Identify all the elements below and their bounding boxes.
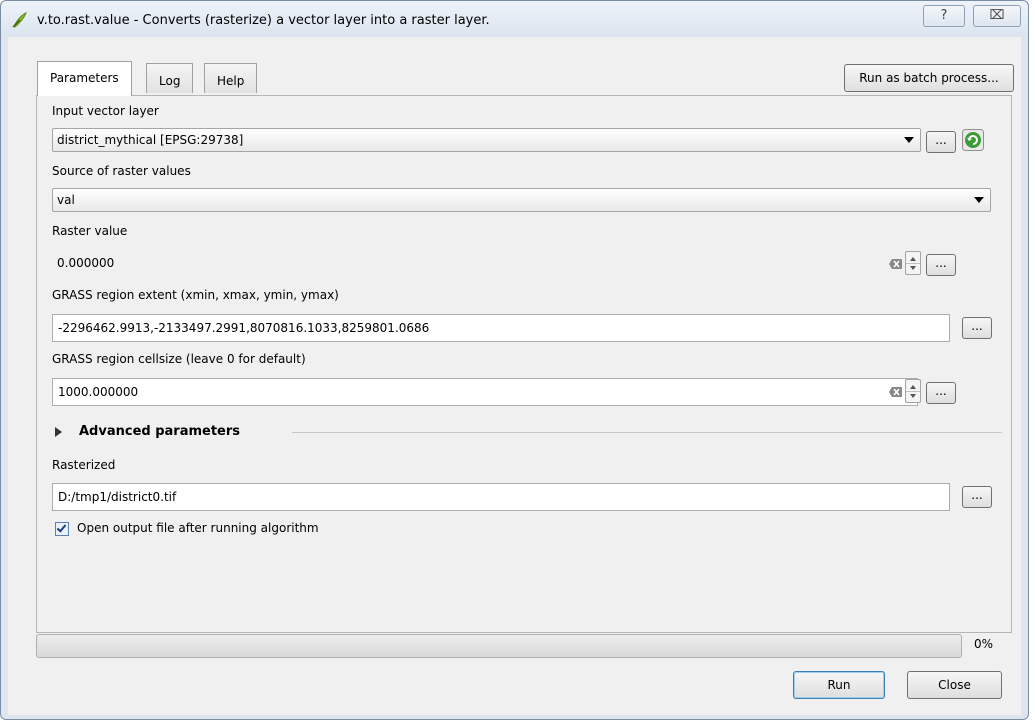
run-button[interactable]: Run <box>793 671 885 699</box>
region-extent-input[interactable]: -2296462.9913,-2133497.2991,8070816.1033… <box>52 314 950 342</box>
stepper-up-icon[interactable] <box>910 257 916 261</box>
cellsize-stepper[interactable] <box>905 379 921 403</box>
chevron-down-icon <box>974 197 984 203</box>
rasterized-browse-button[interactable]: ... <box>962 486 992 508</box>
chevron-down-icon <box>904 137 914 143</box>
close-title-button[interactable]: ⌧ <box>973 5 1021 27</box>
raster-value-input[interactable]: 0.000000 <box>57 256 114 270</box>
stepper-down-icon[interactable] <box>910 394 916 398</box>
rasterized-input[interactable]: D:/tmp1/district0.tif <box>52 483 950 511</box>
run-batch-button[interactable]: Run as batch process... <box>844 64 1014 92</box>
input-vector-browse-button[interactable]: ... <box>926 131 956 153</box>
raster-value-stepper[interactable] <box>905 251 921 275</box>
window-title: v.to.rast.value - Converts (rasterize) a… <box>37 13 490 28</box>
dialog-client: Parameters Log Help Run as batch process… <box>8 37 1021 715</box>
help-title-button[interactable]: ? <box>923 5 965 27</box>
cellsize-value: 1000.000000 <box>58 385 139 399</box>
raster-value-label: Raster value <box>52 224 128 238</box>
cellsize-label: GRASS region cellsize (leave 0 for defau… <box>52 352 306 366</box>
clear-icon[interactable] <box>889 257 903 271</box>
parameters-panel: Input vector layer district_mythical [EP… <box>36 95 1012 633</box>
clear-icon[interactable] <box>889 385 903 399</box>
raster-value-input-wrap: 0.000000 <box>52 250 918 278</box>
close-button[interactable]: Close <box>907 671 1002 699</box>
tab-log[interactable]: Log <box>146 63 194 93</box>
input-vector-label: Input vector layer <box>52 104 159 118</box>
stepper-divider <box>906 391 920 392</box>
stepper-up-icon[interactable] <box>910 385 916 389</box>
region-extent-browse-button[interactable]: ... <box>962 317 992 339</box>
open-output-label: Open output file after running algorithm <box>77 521 319 535</box>
title-bar: v.to.rast.value - Converts (rasterize) a… <box>1 1 1028 37</box>
qgis-logo-icon <box>12 11 27 28</box>
progress-bar <box>36 634 962 658</box>
raster-value-browse-button[interactable]: ... <box>926 254 956 276</box>
source-values-value: val <box>57 193 75 207</box>
dialog-window: v.to.rast.value - Converts (rasterize) a… <box>0 0 1029 720</box>
input-vector-value: district_mythical [EPSG:29738] <box>57 133 244 147</box>
refresh-icon[interactable] <box>962 129 984 151</box>
region-extent-label: GRASS region extent (xmin, xmax, ymin, y… <box>52 288 339 302</box>
divider <box>292 432 1002 433</box>
source-values-label: Source of raster values <box>52 164 191 178</box>
progress-percent: 0% <box>974 637 994 651</box>
rasterized-label: Rasterized <box>52 458 116 472</box>
stepper-divider <box>906 263 920 264</box>
tab-parameters[interactable]: Parameters <box>37 61 132 96</box>
advanced-parameters-toggle[interactable]: Advanced parameters <box>52 422 1002 444</box>
expand-triangle-icon <box>55 427 62 437</box>
advanced-parameters-label: Advanced parameters <box>79 424 241 439</box>
checkmark-icon <box>56 522 67 533</box>
cellsize-input[interactable]: 1000.000000 <box>52 378 918 406</box>
source-values-select[interactable]: val <box>52 188 991 212</box>
cellsize-browse-button[interactable]: ... <box>926 382 956 404</box>
input-vector-select[interactable]: district_mythical [EPSG:29738] <box>52 128 921 152</box>
tab-help[interactable]: Help <box>204 63 258 93</box>
open-output-checkbox[interactable] <box>55 522 69 536</box>
stepper-down-icon[interactable] <box>910 266 916 270</box>
